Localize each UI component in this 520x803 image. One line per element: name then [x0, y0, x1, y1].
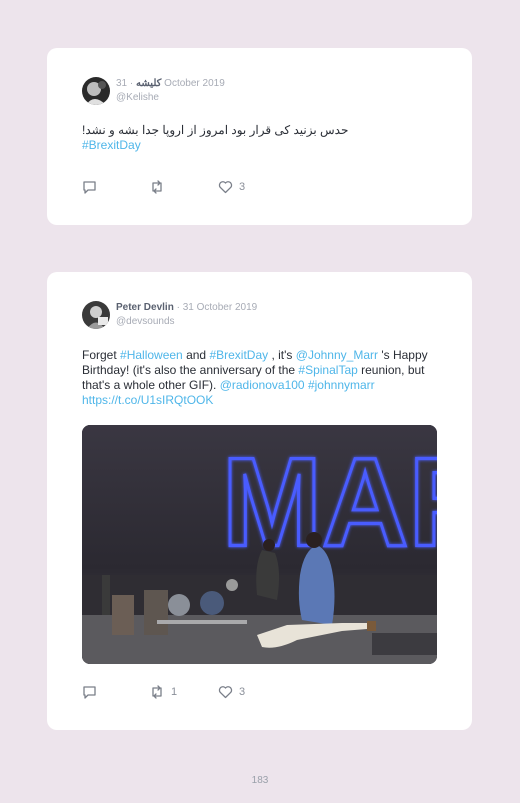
author-line: Peter Devlin · 31 October 2019 [116, 302, 257, 313]
author-handle[interactable]: @devsounds [116, 316, 175, 327]
avatar[interactable] [82, 301, 110, 329]
tweet-card: Peter Devlin · 31 October 2019 @devsound… [47, 272, 472, 730]
author-name[interactable]: Peter Devlin [116, 302, 174, 313]
heart-icon [218, 686, 233, 699]
like-count: 3 [239, 181, 246, 193]
tweet-date: · 31 October 2019 [116, 78, 225, 89]
like-button[interactable]: 3 [218, 685, 245, 699]
reply-button[interactable] [82, 685, 103, 699]
reply-icon [83, 181, 96, 194]
hashtag-link[interactable]: #Halloween [120, 348, 183, 362]
text-segment: and [182, 348, 210, 362]
retweet-button[interactable]: 1 [149, 685, 177, 699]
like-count: 3 [239, 686, 246, 698]
url-link[interactable]: https://t.co/U1sIRQtOOK [82, 393, 213, 407]
text-segment: , it's [268, 348, 296, 362]
tweet-date: · 31 October 2019 [176, 302, 258, 313]
reply-button[interactable] [82, 180, 103, 194]
author-handle[interactable]: @Kelishe [116, 92, 159, 103]
hashtag-link[interactable]: #BrexitDay [82, 138, 141, 152]
tweet-text-persian: حدس بزنید کی قرار بود امروز از اروپا جدا… [82, 123, 349, 137]
tweet-media[interactable]: MAR [82, 425, 437, 664]
mention-link[interactable]: @Johnny_Marr [296, 348, 378, 362]
hashtag-link[interactable]: #SpinalTap [298, 363, 357, 377]
retweet-count: 1 [171, 686, 178, 698]
tweet-card: کلیشه · 31 October 2019 @Kelishe حدس بزن… [47, 48, 472, 225]
retweet-icon [152, 180, 162, 194]
like-button[interactable]: 3 [218, 180, 245, 194]
avatar[interactable] [82, 77, 110, 105]
hashtag-link[interactable]: #BrexitDay [209, 348, 268, 362]
retweet-button[interactable] [149, 180, 171, 194]
retweet-icon [152, 685, 162, 699]
heart-icon [218, 181, 233, 194]
tweet-text: حدس بزنید کی قرار بود امروز از اروپا جدا… [82, 123, 442, 153]
stage-sign-text: MAR [222, 433, 437, 573]
reply-icon [83, 686, 96, 699]
text-segment: Forget [82, 348, 121, 362]
tweet-text: Forget #Halloween and #BrexitDay , it's … [82, 348, 442, 408]
mention-link[interactable]: @radionova100 [220, 378, 305, 392]
hashtag-link[interactable]: #johnnymarr [308, 378, 375, 392]
author-name[interactable]: کلیشه [136, 78, 161, 89]
author-line: کلیشه · 31 October 2019 [116, 78, 225, 89]
page-number: 183 [251, 775, 269, 786]
